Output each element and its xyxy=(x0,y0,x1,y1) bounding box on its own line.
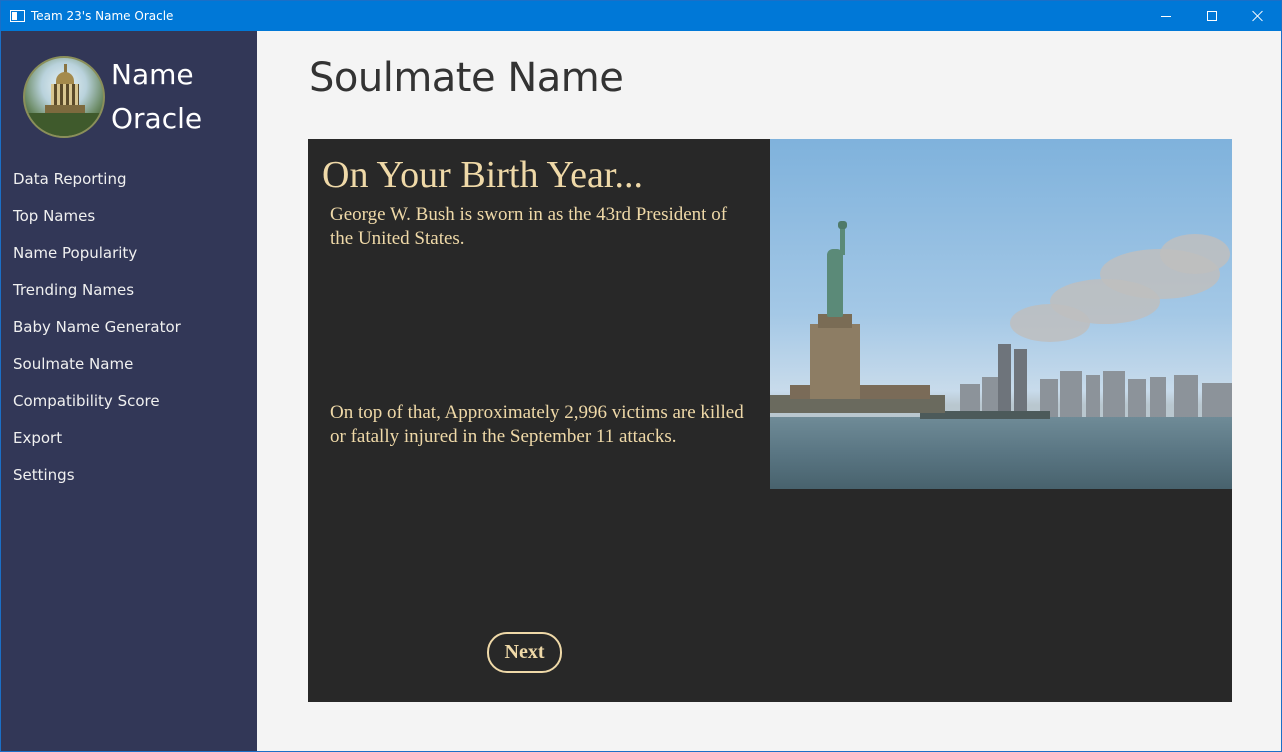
sidebar-item-settings[interactable]: Settings xyxy=(1,457,257,494)
app-name-line2: Oracle xyxy=(111,102,203,135)
event-photo xyxy=(770,139,1232,489)
sidebar-item-compatibility-score[interactable]: Compatibility Score xyxy=(1,383,257,420)
minimize-icon xyxy=(1161,15,1171,17)
close-icon xyxy=(1252,10,1264,22)
minimize-button[interactable] xyxy=(1143,1,1189,31)
sidebar-item-top-names[interactable]: Top Names xyxy=(1,198,257,235)
window-title: Team 23's Name Oracle xyxy=(31,9,174,23)
app-logo xyxy=(23,56,105,138)
sidebar-item-trending-names[interactable]: Trending Names xyxy=(1,272,257,309)
next-button[interactable]: Next xyxy=(487,632,562,673)
maximize-button[interactable] xyxy=(1189,1,1235,31)
sidebar-item-soulmate-name[interactable]: Soulmate Name xyxy=(1,346,257,383)
app-name: Name Oracle xyxy=(111,53,202,141)
card-heading: On Your Birth Year... xyxy=(322,154,643,196)
app-name-line1: Name xyxy=(111,58,194,91)
fact-text-1: George W. Bush is sworn in as the 43rd P… xyxy=(330,204,728,249)
sidebar: Name Oracle Data Reporting Top Names Nam… xyxy=(1,31,259,751)
sidebar-item-export[interactable]: Export xyxy=(1,420,257,457)
title-bar[interactable]: Team 23's Name Oracle xyxy=(1,1,1281,31)
close-button[interactable] xyxy=(1235,1,1281,31)
sidebar-nav: Data Reporting Top Names Name Popularity… xyxy=(1,161,257,494)
app-window: Team 23's Name Oracle Name Oracle Data R… xyxy=(0,0,1282,752)
maximize-icon xyxy=(1207,11,1217,21)
page-title: Soulmate Name xyxy=(309,55,624,101)
birth-year-card: On Your Birth Year... George W. Bush is … xyxy=(308,139,1232,702)
main-content: Soulmate Name On Your Birth Year... Geor… xyxy=(257,31,1281,751)
fact-text-2: On top of that, Approximately 2,996 vict… xyxy=(330,402,744,447)
app-window-icon xyxy=(10,10,25,22)
sidebar-item-baby-name-generator[interactable]: Baby Name Generator xyxy=(1,309,257,346)
sidebar-item-data-reporting[interactable]: Data Reporting xyxy=(1,161,257,198)
sidebar-item-name-popularity[interactable]: Name Popularity xyxy=(1,235,257,272)
